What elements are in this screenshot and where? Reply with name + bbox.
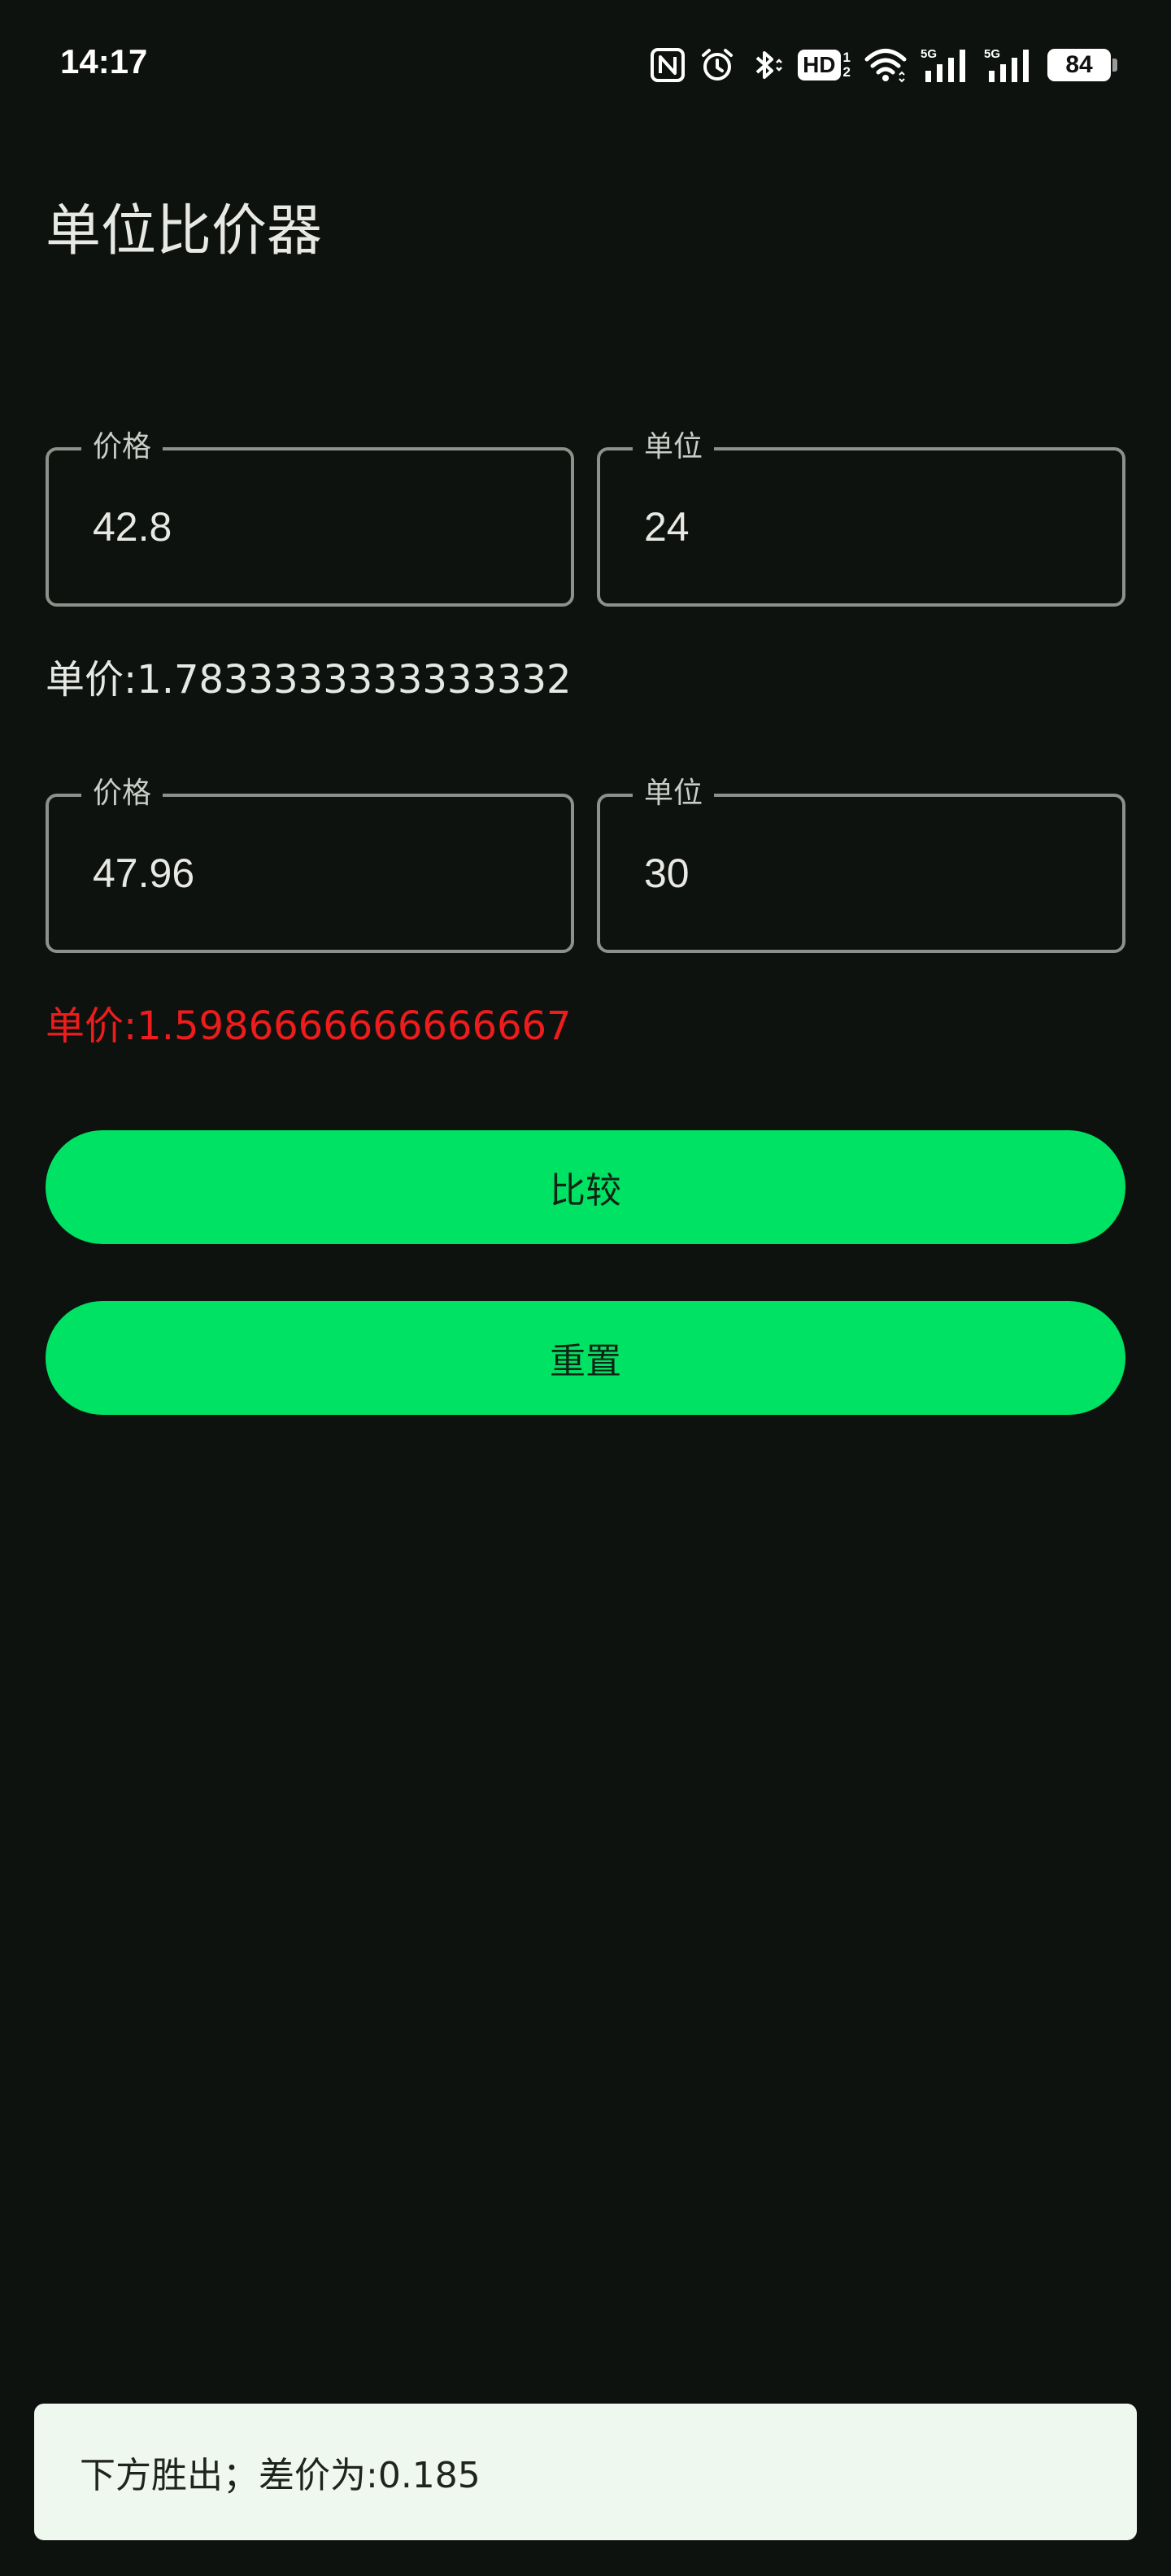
price-field-1[interactable]: 价格 42.8 <box>46 426 574 607</box>
signal-5g-icon: 5G <box>984 46 1034 84</box>
snackbar-message: 下方胜出；差价为:0.185 <box>80 2455 481 2496</box>
unit-value-1[interactable]: 24 <box>644 503 690 550</box>
status-time: 14:17 <box>60 42 148 80</box>
wifi-icon <box>864 47 908 83</box>
page-title: 单位比价器 <box>46 199 323 263</box>
unit-value-2[interactable]: 30 <box>644 850 690 897</box>
price-label-2: 价格 <box>81 772 163 815</box>
unit-label-1: 单位 <box>633 426 715 468</box>
bluetooth-icon <box>749 46 785 84</box>
unit-label-2: 单位 <box>633 772 715 815</box>
price-value-1[interactable]: 42.8 <box>93 503 172 550</box>
reset-button[interactable]: 重置 <box>46 1301 1125 1415</box>
battery-icon: 84 <box>1047 49 1117 81</box>
svg-text:5G: 5G <box>984 47 1000 61</box>
battery-level: 84 <box>1065 51 1093 78</box>
price-label-1: 价格 <box>81 426 163 468</box>
unit-field-1[interactable]: 单位 24 <box>597 426 1125 607</box>
compare-button[interactable]: 比较 <box>46 1130 1125 1244</box>
price-value-2[interactable]: 47.96 <box>93 850 194 897</box>
hd-sup: 1 <box>842 50 851 65</box>
hd-icon: HD 1 2 <box>798 50 851 80</box>
alarm-icon <box>699 46 736 84</box>
app-screen: 14:17 HD 1 2 5G 5G 84 单位比价器 价格 42.8 单位 2… <box>0 0 1171 2576</box>
result-snackbar: 下方胜出；差价为:0.185 <box>34 2404 1137 2540</box>
price-field-2[interactable]: 价格 47.96 <box>46 772 574 953</box>
status-icons: HD 1 2 5G 5G 84 <box>650 41 1117 89</box>
unit-price-1: 单价:1.7833333333333332 <box>46 657 572 703</box>
nfc-icon <box>650 47 686 83</box>
hd-sub: 2 <box>842 64 851 80</box>
unit-price-2: 单价:1.5986666666666667 <box>46 1003 572 1049</box>
svg-text:5G: 5G <box>921 47 937 61</box>
unit-field-2[interactable]: 单位 30 <box>597 772 1125 953</box>
signal-5g-icon: 5G <box>921 46 971 84</box>
status-bar: 14:17 HD 1 2 5G 5G 84 <box>0 0 1171 130</box>
